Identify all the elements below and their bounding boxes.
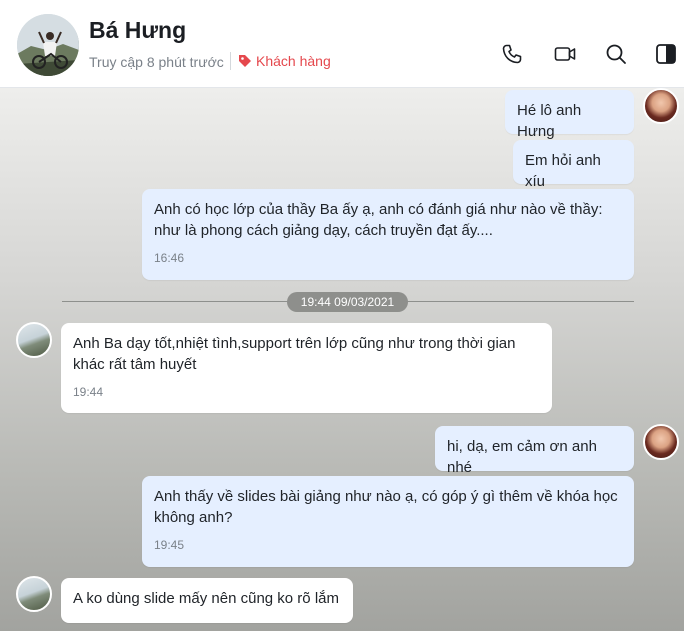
message-text: Anh có học lớp của thầy Ba ấy ạ, anh có … [154, 201, 603, 239]
video-icon[interactable] [553, 42, 577, 66]
search-icon[interactable] [604, 42, 628, 66]
message-bubble[interactable]: Hé lô anh Hưng [505, 90, 634, 140]
chat-header: Bá Hưng Truy cập 8 phút trước Khách hàng [0, 0, 684, 88]
tag-icon [239, 55, 251, 67]
message-text: hi, dạ, em cảm ơn anh nhé [447, 438, 597, 476]
message-time: 16:46 [154, 251, 185, 265]
message-bubble[interactable]: Anh Ba dạy tốt,nhiệt tình,support trên l… [61, 323, 552, 413]
message-text: Anh Ba dạy tốt,nhiệt tình,support trên l… [73, 335, 516, 373]
message-time: 19:44 [73, 385, 104, 399]
message-bubble[interactable]: hi, dạ, em cảm ơn anh nhé [435, 426, 634, 476]
contact-avatar[interactable] [17, 14, 79, 76]
sidebar-toggle-icon[interactable] [654, 42, 678, 66]
message-text: Em hỏi anh xíu [525, 152, 601, 190]
message-bubble[interactable]: Em hỏi anh xíu [513, 140, 634, 190]
phone-icon[interactable] [500, 42, 524, 66]
contact-message-avatar [16, 322, 52, 358]
message-text: Hé lô anh Hưng [517, 102, 582, 140]
contact-message-avatar [16, 576, 52, 612]
header-separator [230, 52, 231, 70]
message-list[interactable]: Hé lô anh Hưng Em hỏi anh xíu Anh có học… [0, 88, 684, 631]
customer-tag-label: Khách hàng [256, 53, 331, 69]
message-bubble[interactable]: Anh có học lớp của thầy Ba ấy ạ, anh có … [142, 189, 634, 280]
last-active-status: Truy cập 8 phút trước [89, 54, 224, 70]
contact-name: Bá Hưng [89, 17, 187, 43]
message-text: Anh thấy về slides bài giảng như nào ạ, … [154, 488, 618, 526]
date-divider: 19:44 09/03/2021 [287, 292, 408, 312]
my-avatar [643, 424, 679, 460]
message-time: 19:45 [154, 538, 185, 552]
my-avatar [643, 88, 679, 124]
message-bubble[interactable]: Anh thấy về slides bài giảng như nào ạ, … [142, 476, 634, 567]
message-bubble[interactable]: A ko dùng slide mấy nên cũng ko rõ lắm [61, 578, 353, 623]
message-text: A ko dùng slide mấy nên cũng ko rõ lắm [73, 590, 339, 607]
customer-tag[interactable]: Khách hàng [238, 53, 331, 69]
